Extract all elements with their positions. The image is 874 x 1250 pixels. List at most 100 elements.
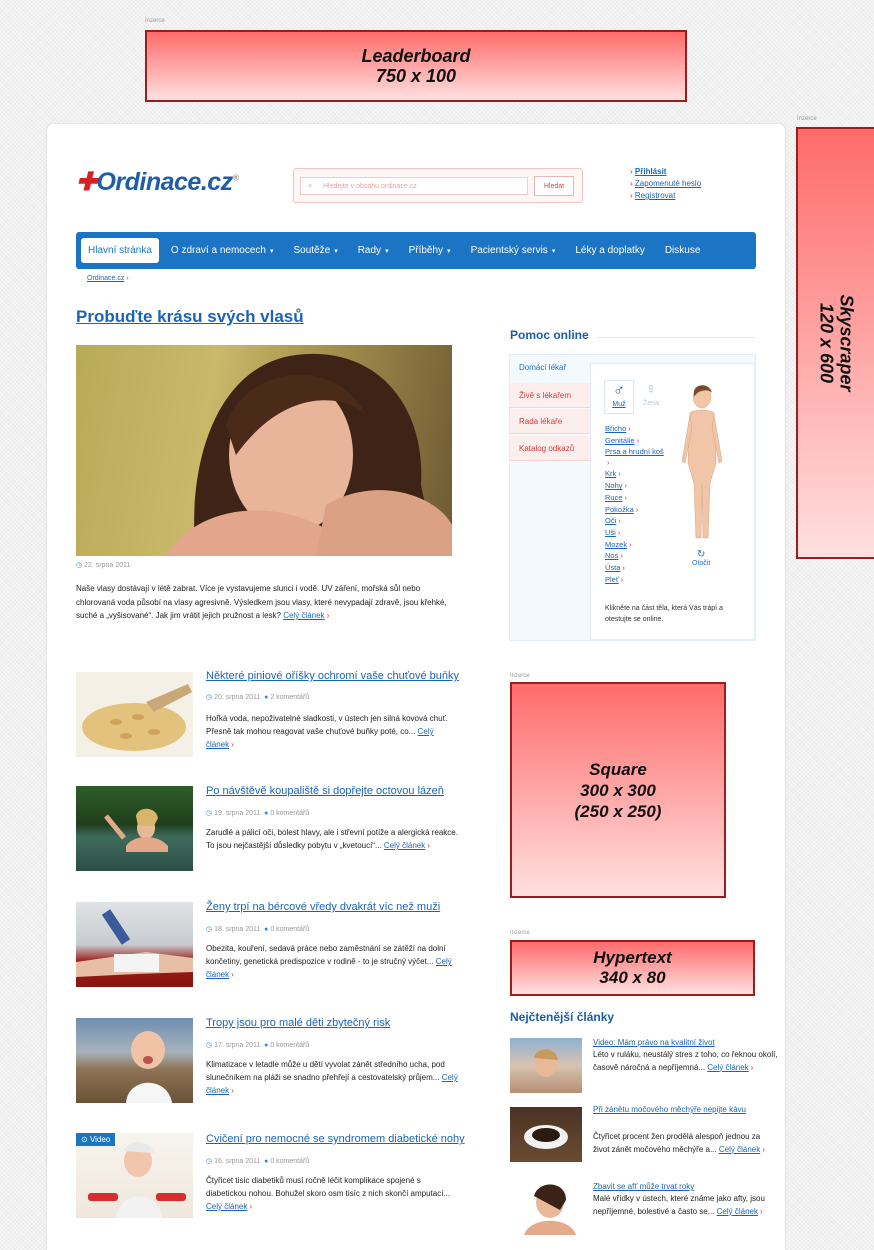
breadcrumb-home-link[interactable]: Ordinace.cz [87,275,124,282]
site-logo[interactable]: ✚Ordinace.cz® [76,167,239,197]
article-thumb[interactable] [76,786,193,871]
body-figure[interactable] [672,383,732,543]
article-more-link[interactable]: Celý článek [384,841,425,850]
body-part-link[interactable]: Prsa a hrudní koš [605,447,664,467]
article-thumb[interactable] [76,902,193,987]
article-excerpt: Hořká voda, nepoživatelné sladkosti, v ú… [206,712,458,751]
nav-item-discussion[interactable]: Diskuse [655,238,711,263]
gender-male-toggle[interactable]: ♂ Muž [604,380,634,414]
nav-item-home[interactable]: Hlavní stránka [81,238,159,263]
gender-female-toggle[interactable]: ♀ Žena [636,380,666,414]
clock-icon: ◷ [206,694,213,701]
body-part-link[interactable]: Nos [605,551,623,560]
leaderboard-ad[interactable]: Leaderboard 750 x 100 [145,30,687,102]
ad-label: Inzerce [145,18,165,24]
login-link[interactable]: Přihlásit [635,167,667,176]
popular-item-excerpt: Malé vřídky v ústech, které známe jako a… [593,1193,778,1218]
article-more-link[interactable]: Celý článek [206,1202,247,1211]
breadcrumb: Ordinace.cz › [87,275,129,282]
help-tab-home-doctor[interactable]: Domácí lékař [510,355,590,380]
clock-icon: ◷ [206,1158,213,1165]
article-text: Hořká voda, nepoživatelné sladkosti, v ú… [206,714,448,736]
help-tab-advice[interactable]: Rada lékaře [510,409,590,434]
featured-more-link[interactable]: Celý článek [283,611,324,620]
body-part-link[interactable]: Mozek [605,540,632,549]
register-link[interactable]: Registrovat [635,191,675,200]
nav-label: Rady [357,245,382,256]
article-comments[interactable]: 0 komentářů [270,810,309,817]
article-comments[interactable]: 2 komentářů [270,694,309,701]
article-excerpt: Čtyřicet tisíc diabetiků musí ročně léči… [206,1174,458,1213]
article-date: 16. srpna 2011 [214,1158,261,1165]
article-excerpt: Zarudlé a pálicí oči, bolest hlavy, ale … [206,826,458,852]
article-comments[interactable]: 0 komentářů [270,1042,309,1049]
skyscraper-ad[interactable]: Skyscraper 120 x 600 [796,127,874,559]
help-tab-live[interactable]: Živě s lékařem [510,383,590,408]
popular-thumb[interactable] [510,1038,582,1093]
popular-more-link[interactable]: Celý článek [707,1063,748,1072]
featured-image[interactable] [76,345,452,556]
featured-date-text: 22. srpna 2011 [84,562,131,569]
nav-label: O zdraví a nemocech [170,245,266,256]
ad-label: Inzerce [797,116,817,122]
article-thumb[interactable] [76,672,193,757]
article-comments[interactable]: 0 komentářů [270,1158,309,1165]
article-title[interactable]: Po návštěvě koupaliště si dopřejte octov… [206,785,444,797]
clock-icon: ◷ [206,810,213,817]
body-part-link[interactable]: Oči [605,516,621,525]
logo-text: Ordinace.cz [96,168,233,196]
search-button[interactable]: Hledat [534,176,574,196]
popular-thumb[interactable] [510,1180,582,1235]
ad-size: 300 x 300 [580,780,656,800]
article-text: Obezita, kouření, sedavá práce nebo zamě… [206,944,446,966]
featured-title[interactable]: Probuďte krásu svých vlasů [76,307,304,327]
body-part-link[interactable]: Pokožka [605,505,638,514]
body-part-link[interactable]: Ústa [605,563,625,572]
article-title[interactable]: Některé piniové oříšky ochromí vaše chuť… [206,670,459,682]
body-part-link[interactable]: Nohy [605,481,627,490]
body-part-link[interactable]: Uši [605,528,620,537]
body-part-link[interactable]: Krk [605,469,621,478]
article-meta: ◷ 20. srpna 2011 ● 2 komentářů [206,693,309,701]
popular-item-title[interactable]: Při zánětu močového měchýře nepijte kávu [593,1105,773,1115]
article-title[interactable]: Cvičení pro nemocné se syndromem diabeti… [206,1133,465,1145]
popular-thumb-art [534,1049,558,1077]
ad-title: Square [589,759,647,779]
nav-item-advice[interactable]: Rady ▾ [348,238,399,263]
rotate-control[interactable]: ↻ Otočit [692,549,710,567]
popular-more-link[interactable]: Celý článek [719,1145,760,1154]
popular-more-link[interactable]: Celý článek [717,1207,758,1216]
article-comments[interactable]: 0 komentářů [270,926,309,933]
article-date: 20. srpna 2011 [214,694,261,701]
arrow-right-icon: › [427,841,430,850]
popular-thumb[interactable] [510,1107,582,1162]
clock-icon: ◷ [76,562,83,569]
ad-size: 750 x 100 [375,66,457,86]
search-icon: ⌕ [308,181,313,190]
hypertext-ad[interactable]: Hypertext 340 x 80 [510,940,755,996]
body-part-link[interactable]: Ruce [605,493,627,502]
swimmer-art [104,808,168,852]
nav-item-stories[interactable]: Příběhy ▾ [399,238,461,263]
article-title[interactable]: Tropy jsou pro malé děti zbytečný risk [206,1017,390,1029]
body-part-link[interactable]: Genitálie [605,436,639,445]
article-thumb[interactable] [76,1018,193,1103]
body-part-link[interactable]: Pleť [605,575,623,584]
nav-item-health[interactable]: O zdraví a nemocech ▾ [161,238,284,263]
forgot-password-link[interactable]: Zapomenuté heslo [635,179,701,188]
search-input[interactable]: ⌕ Hledejte v obsahu ordinace.cz [300,177,528,195]
article-title[interactable]: Ženy trpí na bércové vředy dvakrát víc n… [206,901,440,913]
body-part-link[interactable]: Břicho [605,424,631,433]
square-ad[interactable]: Square 300 x 300 (250 x 250) [510,682,726,898]
arrow-right-icon: › [760,1206,763,1216]
nav-item-drugs[interactable]: Léky a doplatky [565,238,655,263]
nav-item-contests[interactable]: Soutěže ▾ [283,238,347,263]
gender-male-label: Muž [612,401,626,408]
popular-item-title[interactable]: Video: Mám právo na kvalitní život [593,1038,715,1048]
logo-cross-icon: ✚ [76,168,97,196]
comment-icon: ● [264,1158,269,1165]
popular-item-title[interactable]: Zbavit se afť může trvat roky [593,1182,694,1192]
nav-item-patient-service[interactable]: Pacientský servis ▾ [461,238,566,263]
help-tab-catalog[interactable]: Katalog odkazů [510,436,590,461]
article-thumb[interactable]: ⊙ Video [76,1133,193,1218]
